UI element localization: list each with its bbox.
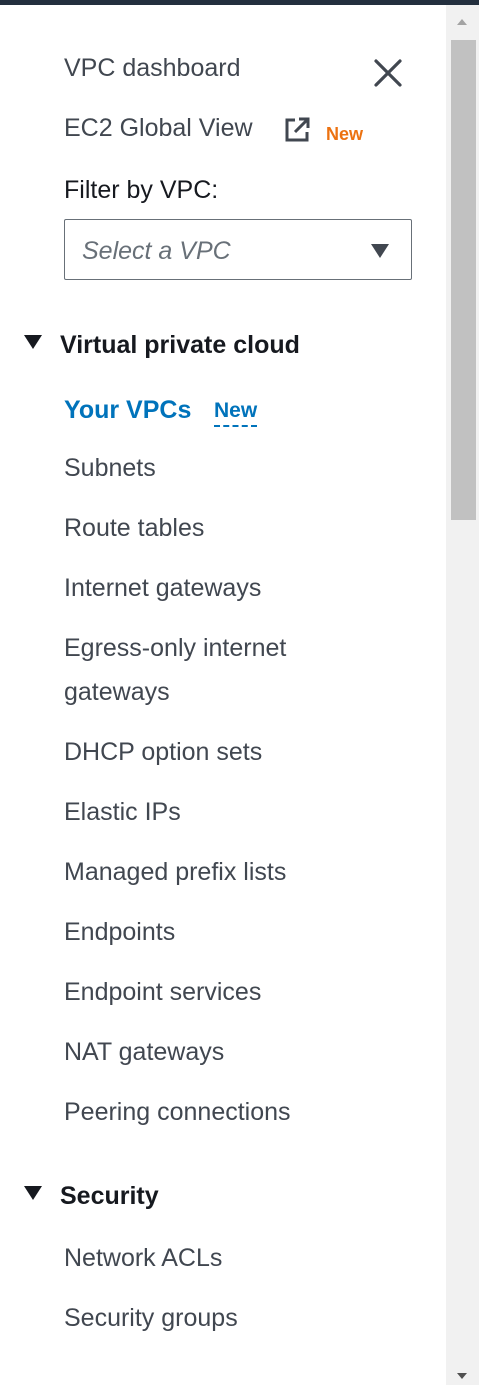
nav-item-subnets[interactable]: Subnets	[64, 453, 156, 483]
triangle-down-icon	[24, 335, 42, 349]
nav-item-managed-prefix-lists[interactable]: Managed prefix lists	[64, 857, 286, 887]
triangle-down-icon	[24, 1186, 42, 1200]
nav-item-nat-gateways[interactable]: NAT gateways	[64, 1037, 224, 1067]
nav-item-route-tables[interactable]: Route tables	[64, 513, 204, 543]
vpc-filter-placeholder: Select a VPC	[82, 237, 231, 265]
nav-item-egress-only-internet-gateways-line2[interactable]: gateways	[64, 677, 170, 707]
scroll-up-arrow-icon[interactable]	[457, 19, 467, 25]
section-title: Security	[60, 1182, 159, 1210]
scroll-down-arrow-icon[interactable]	[457, 1373, 467, 1379]
nav-item-security-groups[interactable]: Security groups	[64, 1303, 238, 1333]
close-navigation-button[interactable]	[370, 55, 406, 91]
nav-item-endpoints[interactable]: Endpoints	[64, 917, 175, 947]
nav-item-network-acls[interactable]: Network ACLs	[64, 1243, 222, 1273]
nav-item-internet-gateways[interactable]: Internet gateways	[64, 573, 261, 603]
new-badge: New	[326, 124, 364, 144]
nav-item-your-vpcs[interactable]: Your VPCs	[64, 395, 191, 425]
side-navigation: VPC dashboard EC2 Global View New Filter…	[0, 5, 446, 1385]
section-header-security[interactable]: Security	[24, 1181, 159, 1211]
scrollbar-thumb[interactable]	[451, 40, 476, 520]
vpc-filter-select[interactable]: Select a VPC	[64, 219, 412, 280]
nav-item-endpoint-services[interactable]: Endpoint services	[64, 977, 261, 1007]
nav-item-vpc-dashboard[interactable]: VPC dashboard	[64, 53, 241, 83]
new-badge[interactable]: New	[214, 398, 258, 427]
caret-down-icon	[371, 244, 389, 258]
nav-item-elastic-ips[interactable]: Elastic IPs	[64, 797, 181, 827]
external-link-icon[interactable]	[282, 115, 312, 145]
filter-by-vpc-label: Filter by VPC:	[64, 176, 219, 204]
section-header-virtual-private-cloud[interactable]: Virtual private cloud	[24, 330, 300, 360]
nav-item-peering-connections[interactable]: Peering connections	[64, 1097, 291, 1127]
close-icon	[374, 59, 402, 87]
nav-item-egress-only-internet-gateways[interactable]: Egress-only internet	[64, 633, 286, 663]
nav-item-dhcp-option-sets[interactable]: DHCP option sets	[64, 737, 262, 767]
nav-item-ec2-global-view[interactable]: EC2 Global View	[64, 113, 253, 143]
section-title: Virtual private cloud	[60, 331, 300, 359]
